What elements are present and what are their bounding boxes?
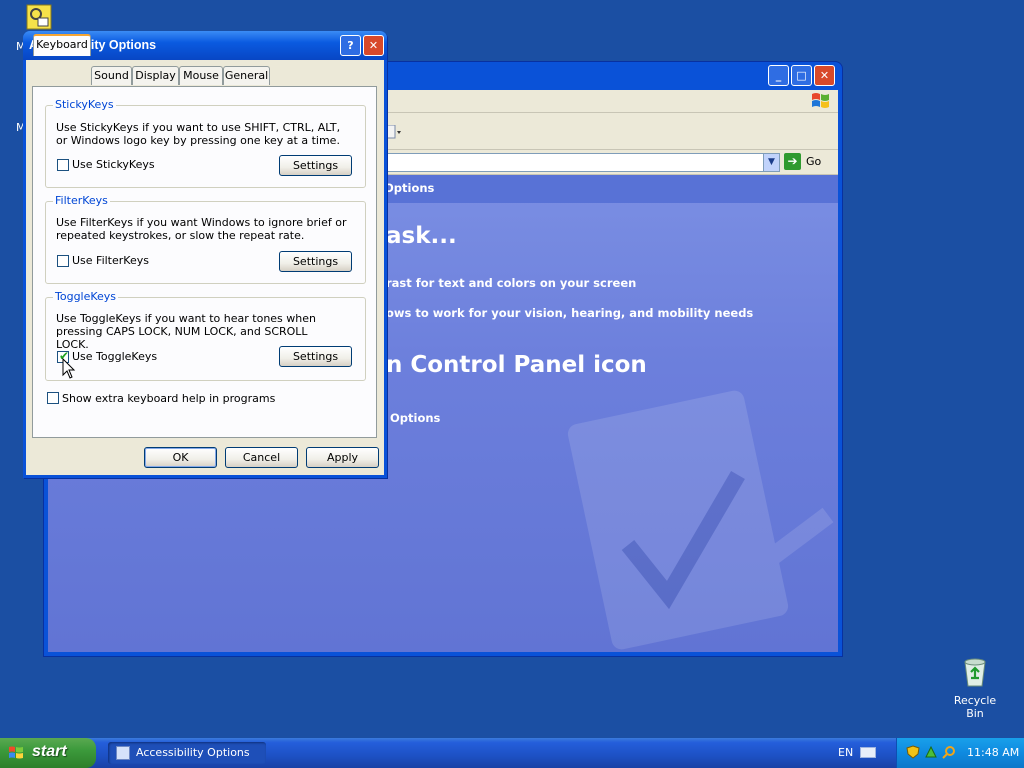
start-label: start — [32, 743, 67, 760]
taskbar-item-accessibility-options[interactable]: Accessibility Options — [108, 742, 266, 764]
system-tray: 11:48 AM — [896, 738, 1024, 768]
recycle-bin-label: Recycle Bin — [953, 694, 997, 720]
keyboard-icon[interactable] — [860, 747, 876, 758]
language-indicator[interactable]: EN — [838, 746, 853, 759]
window-controls: _ □ ✕ — [768, 65, 838, 86]
desktop-shortcut-icon[interactable] — [26, 4, 52, 30]
filterkeys-settings-button[interactable]: Settings — [279, 251, 352, 272]
tab-display[interactable]: Display — [132, 66, 179, 85]
tab-sound[interactable]: Sound — [91, 66, 132, 85]
recycle-bin-icon — [960, 656, 990, 688]
stickykeys-description: Use StickyKeys if you want to use SHIFT,… — [56, 121, 341, 147]
clock[interactable]: 11:48 AM — [967, 746, 1019, 759]
accessibility-options-link[interactable]: Options — [390, 411, 440, 425]
tab-general[interactable]: General — [223, 66, 270, 85]
filterkeys-checkbox[interactable] — [57, 255, 69, 267]
search-magnifier-icon[interactable] — [942, 745, 956, 759]
security-shield-icon[interactable] — [906, 745, 920, 759]
task-link-configure[interactable]: ows to work for your vision, hearing, an… — [386, 306, 753, 320]
task-heading: ask... — [386, 223, 457, 249]
filterkeys-description: Use FilterKeys if you want Windows to ig… — [56, 216, 347, 242]
mouse-cursor-icon — [62, 357, 76, 380]
address-dropdown-icon[interactable]: ▼ — [763, 153, 780, 172]
windows-logo-icon — [8, 745, 24, 761]
extra-keyboard-help-label[interactable]: Show extra keyboard help in programs — [62, 392, 275, 405]
go-arrow-icon: ➔ — [784, 153, 801, 170]
stickykeys-checkbox-label[interactable]: Use StickyKeys — [72, 158, 155, 171]
go-button[interactable]: ➔ Go — [784, 153, 830, 172]
stickykeys-title: StickyKeys — [53, 98, 116, 111]
control-panel-icon-heading: n Control Panel icon — [386, 352, 647, 378]
taskbar-item-label: Accessibility Options — [136, 746, 250, 759]
minimize-button[interactable]: _ — [768, 65, 789, 86]
filterkeys-title: FilterKeys — [53, 194, 110, 207]
windows-logo-icon — [810, 91, 832, 111]
stickykeys-settings-button[interactable]: Settings — [279, 155, 352, 176]
task-link-contrast[interactable]: rast for text and colors on your screen — [386, 276, 636, 290]
maximize-button[interactable]: □ — [791, 65, 812, 86]
help-button[interactable]: ? — [340, 35, 361, 56]
go-label: Go — [806, 155, 822, 168]
ok-button[interactable]: OK — [144, 447, 217, 468]
togglekeys-checkbox-label[interactable]: Use ToggleKeys — [72, 350, 157, 363]
togglekeys-title: ToggleKeys — [53, 290, 119, 303]
filterkeys-checkbox-label[interactable]: Use FilterKeys — [72, 254, 149, 267]
close-button[interactable]: ✕ — [363, 35, 384, 56]
tab-mouse[interactable]: Mouse — [179, 66, 223, 85]
apply-button[interactable]: Apply — [306, 447, 379, 468]
taskbar: start Accessibility Options EN 11:48 AM — [0, 738, 1024, 768]
cancel-button[interactable]: Cancel — [225, 447, 298, 468]
recycle-bin[interactable]: Recycle Bin — [944, 656, 1006, 720]
start-button[interactable]: start — [0, 738, 96, 768]
stickykeys-checkbox[interactable] — [57, 159, 69, 171]
watermark-checkmark-icon — [548, 385, 838, 652]
network-icon[interactable] — [924, 745, 938, 759]
close-button[interactable]: ✕ — [814, 65, 835, 86]
extra-keyboard-help-checkbox[interactable] — [47, 392, 59, 404]
breadcrumb-text: Options — [384, 181, 435, 195]
togglekeys-settings-button[interactable]: Settings — [279, 346, 352, 367]
tab-keyboard[interactable]: Keyboard — [33, 34, 91, 56]
accessibility-window-icon — [116, 746, 130, 760]
